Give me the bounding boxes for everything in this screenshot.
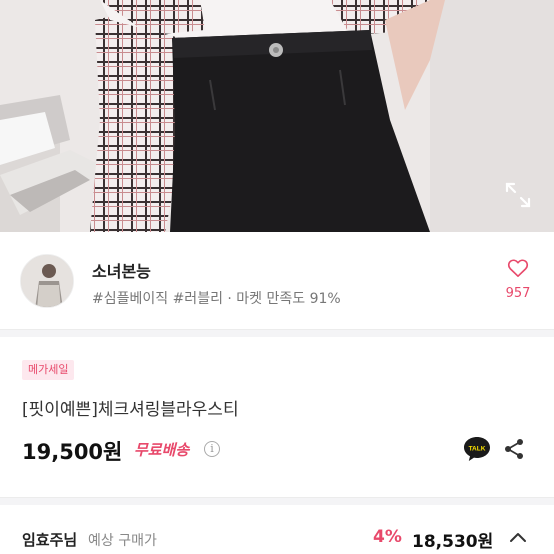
buyer-name: 임효주님	[22, 531, 78, 549]
info-icon[interactable]: i	[204, 441, 220, 457]
product-price: 19,500원	[22, 440, 123, 464]
heart-icon	[507, 259, 529, 277]
chevron-up-icon[interactable]	[508, 529, 528, 545]
section-divider	[0, 497, 554, 505]
product-photo[interactable]	[0, 0, 554, 232]
sale-badge: 메가세일	[22, 360, 75, 380]
expand-icon[interactable]	[503, 180, 533, 210]
shop-name[interactable]: 소녀본능	[92, 258, 151, 282]
product-title: [핏이예쁜]체크셔링블라우스티	[22, 400, 239, 420]
like-button[interactable]: 957	[498, 258, 538, 301]
expected-price: 18,530원	[412, 532, 494, 552]
avatar-image	[21, 255, 73, 307]
kakao-talk-icon[interactable]: TALK	[462, 434, 492, 464]
shop-info[interactable]: 소녀본능 #심플베이직 #러블리 · 마켓 만족도 91% 957	[0, 232, 554, 329]
share-icon[interactable]	[502, 437, 526, 461]
talk-text: TALK	[469, 446, 486, 453]
free-shipping-label: 무료배송	[134, 441, 190, 459]
section-divider	[0, 329, 554, 337]
expected-price-label: 예상 구매가	[88, 533, 157, 549]
shop-avatar[interactable]	[20, 254, 74, 308]
shop-tags: #심플베이직 #러블리 · 마켓 만족도 91%	[92, 291, 341, 307]
expected-price-row[interactable]: 임효주님 예상 구매가 4% 18,530원	[0, 505, 554, 554]
like-count: 957	[505, 286, 531, 301]
product-image	[0, 0, 554, 232]
discount-rate: 4%	[373, 527, 402, 547]
